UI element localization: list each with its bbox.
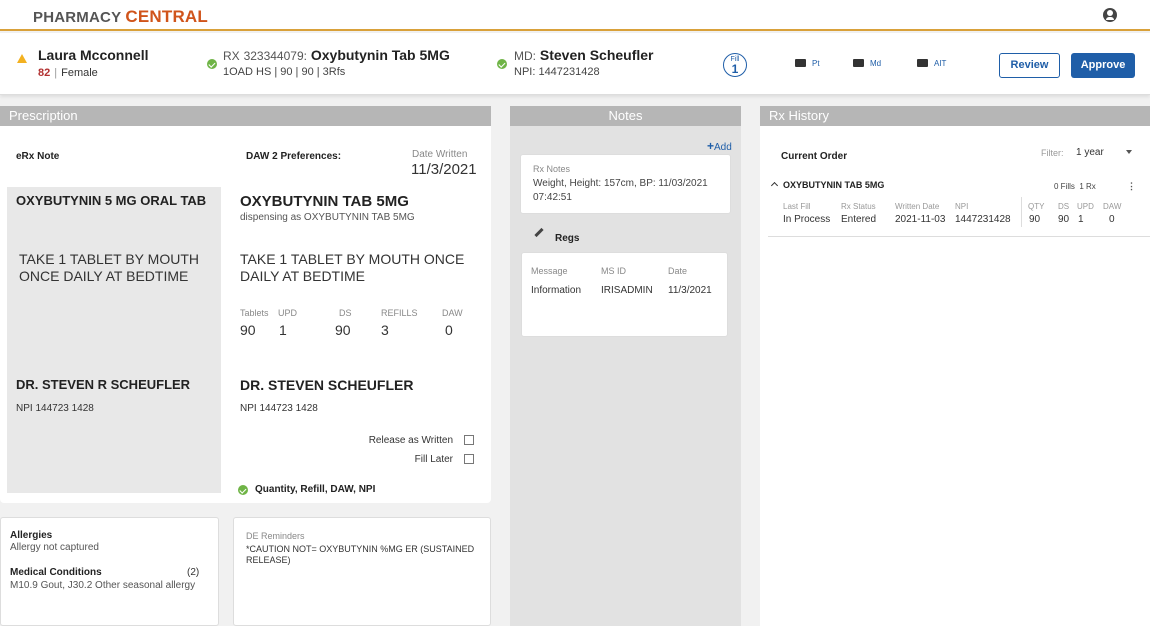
history-header-daw: DAW xyxy=(1103,202,1122,211)
original-erx-box xyxy=(7,187,221,493)
date-written-value: 11/3/2021 xyxy=(411,161,477,178)
history-cell-daw: 0 xyxy=(1109,214,1115,225)
original-sig: TAKE 1 TABLET BY MOUTH ONCE DAILY AT BED… xyxy=(19,251,199,284)
verified-check-icon xyxy=(238,485,248,495)
dispensed-npi: NPI 144723 1428 xyxy=(240,403,318,414)
medical-conditions-value: M10.9 Gout, J30.2 Other seasonal allergy xyxy=(10,580,196,591)
patient-label-link[interactable]: Pt xyxy=(795,59,820,68)
history-cell-written-date: 2021-11-03 xyxy=(895,214,946,225)
warning-icon xyxy=(17,54,27,63)
dispensed-sig[interactable]: TAKE 1 TABLET BY MOUTH ONCE DAILY AT BED… xyxy=(240,251,485,285)
chevron-down-icon[interactable] xyxy=(1126,150,1132,154)
history-cell-rx-status: Entered xyxy=(841,214,877,225)
qty-ds-label: DS xyxy=(339,308,352,318)
qty-daw-value[interactable]: 0 xyxy=(445,322,453,338)
user-account-icon[interactable] xyxy=(1103,8,1117,22)
history-cell-npi: 1447231428 xyxy=(955,214,1011,225)
verified-fields: Quantity, Refill, DAW, NPI xyxy=(255,484,376,495)
rx-notes-value: Weight, Height: 157cm, BP: 11/03/2021 07… xyxy=(533,178,708,203)
allergies-title: Allergies xyxy=(10,530,53,541)
history-header-qty: QTY xyxy=(1028,202,1045,211)
dispensed-drug-name[interactable]: OXYBUTYNIN TAB 5MG xyxy=(240,193,409,210)
filter-label: Filter: xyxy=(1041,148,1064,158)
qty-tablets-value[interactable]: 90 xyxy=(240,322,256,338)
md-npi: NPI: 1447231428 xyxy=(514,66,600,78)
history-cell-qty: 90 xyxy=(1029,214,1041,225)
more-options-icon[interactable]: ⋮ xyxy=(1127,181,1136,192)
envelope-icon xyxy=(795,59,806,67)
history-row-divider xyxy=(768,236,1150,237)
approve-button[interactable]: Approve xyxy=(1071,53,1135,78)
plus-icon: + xyxy=(707,139,715,153)
history-fill-count: 0 Fills 1 Rx xyxy=(1054,182,1096,191)
history-header-npi: NPI xyxy=(955,202,969,211)
envelope-icon xyxy=(917,59,928,67)
patient-name[interactable]: Laura Mcconnell xyxy=(38,47,148,63)
original-drug-name: OXYBUTYNIN 5 MG ORAL TAB xyxy=(16,193,207,208)
dispensing-as-text: dispensing as OXYBUTYNIN TAB 5MG xyxy=(240,212,415,223)
add-note-button[interactable]: +Add xyxy=(707,139,732,153)
original-npi: NPI 144723 1428 xyxy=(16,403,94,414)
allergies-value: Allergy not captured xyxy=(10,542,99,553)
medical-conditions-title: Medical Conditions xyxy=(10,567,102,578)
qty-daw-label: DAW xyxy=(442,308,463,318)
regs-header-date: Date xyxy=(668,266,688,276)
ait-link[interactable]: AIT xyxy=(917,59,946,68)
history-header-rx-status: Rx Status xyxy=(841,202,876,211)
md-name: MD: Steven Scheufler xyxy=(514,47,654,63)
qty-upd-value[interactable]: 1 xyxy=(279,322,287,338)
dispensed-prescriber[interactable]: DR. STEVEN SCHEUFLER xyxy=(240,377,413,393)
patient-demographics: 82 | Female xyxy=(38,67,98,79)
history-divider xyxy=(1021,197,1022,227)
qty-refills-value[interactable]: 3 xyxy=(381,322,389,338)
history-header-ds: DS xyxy=(1058,202,1070,211)
history-cell-ds: 90 xyxy=(1058,214,1070,225)
patient-header xyxy=(0,33,1150,95)
regs-header-message: Message xyxy=(531,266,568,276)
history-cell-upd: 1 xyxy=(1078,214,1084,225)
history-header-last-fill: Last Fill xyxy=(783,202,811,211)
rx-check-icon xyxy=(207,59,217,69)
brand-logo: PHARMACY CENTRAL xyxy=(33,7,208,26)
history-drug-name[interactable]: OXYBUTYNIN TAB 5MG xyxy=(783,180,884,190)
rx-history-panel-title: Rx History xyxy=(760,106,1150,126)
regs-cell-message: Information xyxy=(531,285,582,296)
regs-title: Regs xyxy=(555,233,580,244)
release-as-written-label: Release as Written xyxy=(368,435,453,446)
qty-refills-label: REFILLS xyxy=(381,308,418,318)
history-header-upd: UPD xyxy=(1077,202,1094,211)
regs-cell-msid: IRISADMIN xyxy=(601,285,653,296)
fill-later-label: Fill Later xyxy=(414,454,453,465)
rx-sig-summary: 1OAD HS | 90 | 90 | 3Rfs xyxy=(223,66,346,78)
history-cell-last-fill: In Process xyxy=(783,214,831,225)
notes-panel-title: Notes xyxy=(510,106,741,126)
date-written-label: Date Written xyxy=(412,149,468,160)
fill-later-checkbox[interactable] xyxy=(464,454,474,464)
review-button[interactable]: Review xyxy=(999,53,1060,78)
regs-cell-date: 11/3/2021 xyxy=(668,285,712,296)
fill-number-badge: Fill 1 xyxy=(723,53,747,77)
filter-select[interactable]: 1 year xyxy=(1076,147,1104,158)
history-header-written-date: Written Date xyxy=(895,202,940,211)
qty-tablets-label: Tablets xyxy=(240,308,269,318)
prescription-panel-title: Prescription xyxy=(0,106,491,126)
medical-conditions-count: (2) xyxy=(187,567,200,578)
daw-preferences-label: DAW 2 Preferences: xyxy=(246,151,342,162)
de-reminders-value: *CAUTION NOT= OXYBUTYNIN %MG ER (SUSTAIN… xyxy=(246,544,475,565)
regs-header-msid: MS ID xyxy=(601,266,627,276)
md-print-link[interactable]: Md xyxy=(853,59,881,68)
original-prescriber: DR. STEVEN R SCHEUFLER xyxy=(16,377,191,392)
printer-icon xyxy=(853,59,864,67)
md-check-icon xyxy=(497,59,507,69)
release-as-written-checkbox[interactable] xyxy=(464,435,474,445)
erx-note-label: eRx Note xyxy=(16,151,60,162)
qty-ds-value[interactable]: 90 xyxy=(335,322,351,338)
qty-upd-label: UPD xyxy=(278,308,298,318)
rx-title: RX 323344079: Oxybutynin Tab 5MG xyxy=(223,47,450,63)
rx-notes-title: Rx Notes xyxy=(533,164,571,174)
de-reminders-title: DE Reminders xyxy=(246,531,305,541)
current-order-title: Current Order xyxy=(781,151,848,162)
